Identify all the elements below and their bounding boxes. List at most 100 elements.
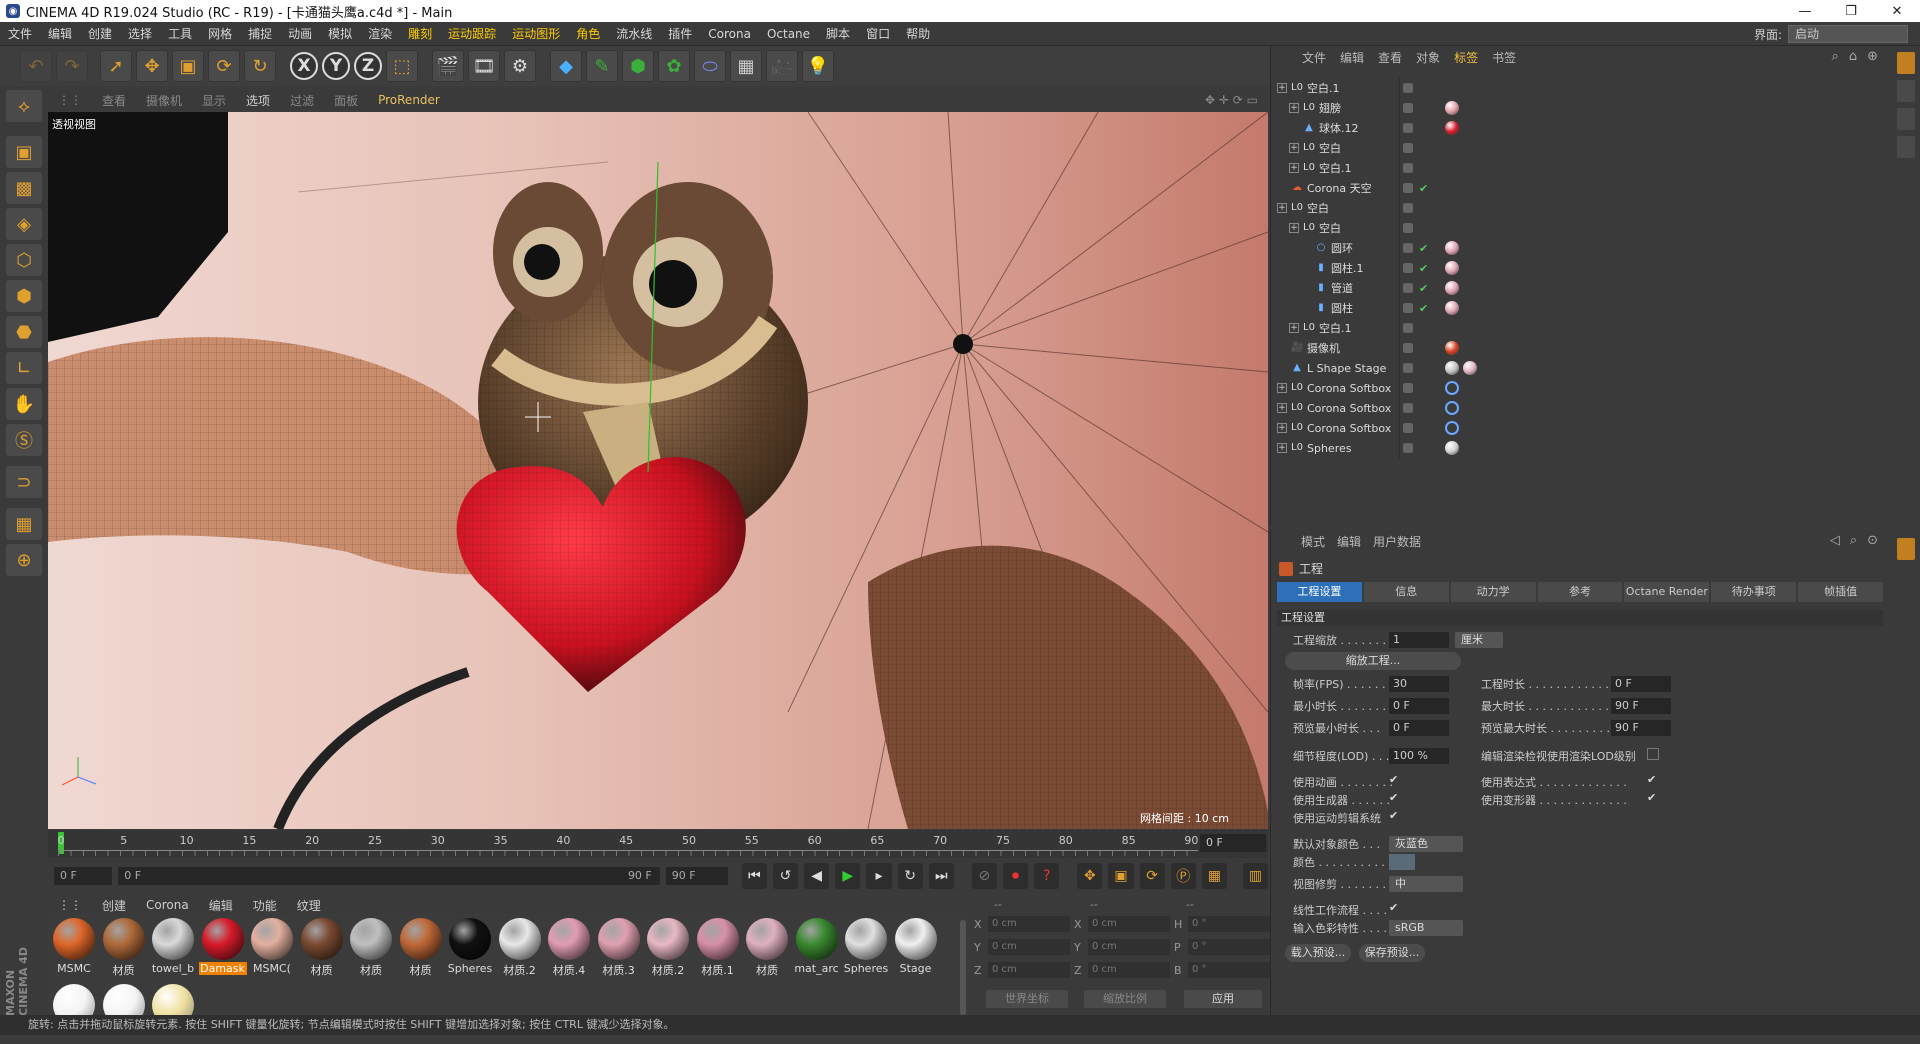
preview-min-field[interactable]: 0 F xyxy=(1389,720,1449,736)
visibility-toggle[interactable] xyxy=(1403,283,1413,293)
object-row[interactable]: ▮ 圆柱.1 ✔ xyxy=(1271,258,1893,278)
visibility-toggle[interactable] xyxy=(1403,323,1413,333)
side-tab-layers[interactable] xyxy=(1897,136,1915,158)
render-picture-viewer-icon[interactable]: 🎞 xyxy=(468,50,500,82)
use-deformers-checkbox[interactable]: ✔ xyxy=(1647,792,1659,804)
material-swatch[interactable]: 材质.2 xyxy=(644,918,692,978)
make-editable-icon[interactable]: ⟡ xyxy=(6,90,42,122)
current-frame-field[interactable]: 0 F xyxy=(1200,834,1266,852)
key-pla-icon[interactable]: ▦ xyxy=(1201,863,1227,889)
fps-field[interactable]: 30 xyxy=(1389,676,1449,692)
back-icon[interactable]: ◁ xyxy=(1830,533,1840,548)
cloner-icon[interactable]: ✿ xyxy=(658,50,690,82)
object-menu-item[interactable]: 书签 xyxy=(1485,49,1523,66)
object-tag-icon[interactable] xyxy=(1463,361,1477,375)
material-swatch[interactable]: 材质.3 xyxy=(595,918,643,978)
lock-icon[interactable]: ⊙ xyxy=(1867,533,1878,548)
default-color-dropdown[interactable]: 灰蓝色 xyxy=(1389,836,1463,852)
object-tag-icon[interactable] xyxy=(1445,301,1459,315)
attribute-tab[interactable]: 参考 xyxy=(1537,582,1623,602)
viewport-menu-item[interactable]: 选项 xyxy=(236,92,280,109)
menu-item[interactable]: 运动图形 xyxy=(504,25,568,42)
object-row[interactable]: + L0 Corona Softbox xyxy=(1271,418,1893,438)
visibility-toggle[interactable] xyxy=(1403,183,1413,193)
coord-field[interactable]: 0 cm xyxy=(1088,916,1170,932)
visibility-toggle[interactable] xyxy=(1403,103,1413,113)
viewport-menu-item[interactable]: 过滤 xyxy=(280,92,324,109)
perspective-viewport[interactable] xyxy=(48,112,1268,829)
camera-icon[interactable]: 🎥 xyxy=(766,50,798,82)
select-tool-icon[interactable]: ➚ xyxy=(100,50,132,82)
expand-toggle-icon[interactable]: + xyxy=(1277,423,1287,433)
attribute-tab[interactable]: 信息 xyxy=(1363,582,1449,602)
menu-item[interactable]: Corona xyxy=(700,27,759,41)
menu-item[interactable]: 创建 xyxy=(80,25,120,42)
object-menu-item[interactable]: 文件 xyxy=(1295,49,1333,66)
material-swatch[interactable]: 材质 xyxy=(298,918,346,978)
coordinate-system-icon[interactable]: ⬚ xyxy=(386,50,418,82)
menu-item[interactable]: 捕捉 xyxy=(240,25,280,42)
object-row[interactable]: + L0 空白 xyxy=(1271,198,1893,218)
attribute-tab[interactable]: 动力学 xyxy=(1450,582,1536,602)
expand-toggle-icon[interactable]: + xyxy=(1277,203,1287,213)
play-icon[interactable]: ▶ xyxy=(835,863,861,889)
coord-field[interactable]: 0 cm xyxy=(988,939,1070,955)
object-row[interactable]: 🎥 摄像机 xyxy=(1271,338,1893,358)
magnet-icon[interactable]: ⊃ xyxy=(6,466,42,498)
object-row[interactable]: + L0 Spheres xyxy=(1271,438,1893,458)
object-tag-icon[interactable] xyxy=(1445,281,1459,295)
menu-item[interactable]: 选择 xyxy=(120,25,160,42)
pen-spline-icon[interactable]: ✎ xyxy=(586,50,618,82)
object-row[interactable]: ▲ 球体.12 xyxy=(1271,118,1893,138)
material-swatch[interactable]: MSMC( xyxy=(248,918,296,975)
object-row[interactable]: + L0 翅膀 xyxy=(1271,98,1893,118)
coord-field[interactable]: 0 cm xyxy=(988,916,1070,932)
object-menu-item[interactable]: 对象 xyxy=(1409,49,1447,66)
planar-workplane-icon[interactable]: ⊕ xyxy=(6,544,42,576)
load-preset-button[interactable]: 载入预设... xyxy=(1285,944,1351,962)
coord-field[interactable]: 0 cm xyxy=(988,962,1070,978)
y-axis-lock-icon[interactable]: Y xyxy=(322,52,350,80)
visibility-toggle[interactable] xyxy=(1403,123,1413,133)
viewport-menu-item[interactable]: 显示 xyxy=(192,92,236,109)
scale-tool-icon[interactable]: ▣ xyxy=(172,50,204,82)
expand-toggle-icon[interactable]: + xyxy=(1289,103,1299,113)
visibility-toggle[interactable] xyxy=(1403,163,1413,173)
move-tool-icon[interactable]: ✥ xyxy=(136,50,168,82)
visibility-toggle[interactable] xyxy=(1403,263,1413,273)
material-menu-item[interactable]: Corona xyxy=(136,898,199,912)
viewport-nav-icons[interactable]: ✥ ✛ ⟳ ▭ xyxy=(1195,93,1268,107)
object-row[interactable]: + L0 空白.1 xyxy=(1271,78,1893,98)
view-clipping-dropdown[interactable]: 中 xyxy=(1389,876,1463,892)
object-menu-item[interactable]: 标签 xyxy=(1447,49,1485,66)
material-swatch[interactable]: 材质 xyxy=(347,918,395,978)
menu-item[interactable]: 插件 xyxy=(660,25,700,42)
x-axis-lock-icon[interactable]: X xyxy=(290,52,318,80)
use-animation-checkbox[interactable]: ✔ xyxy=(1389,774,1401,786)
object-row[interactable]: + L0 空白 xyxy=(1271,218,1893,238)
input-color-profile-dropdown[interactable]: sRGB xyxy=(1389,920,1463,936)
next-key-icon[interactable]: ↻ xyxy=(897,863,923,889)
key-rotation-icon[interactable]: ⟳ xyxy=(1139,863,1165,889)
side-tab-structure[interactable] xyxy=(1897,80,1915,102)
cube-icon[interactable]: ◆ xyxy=(550,50,582,82)
viewport-menu-item[interactable]: 摄像机 xyxy=(136,92,192,109)
material-swatch[interactable]: 材质.4 xyxy=(545,918,593,978)
visibility-toggle[interactable] xyxy=(1403,243,1413,253)
go-to-start-icon[interactable]: ⏮ xyxy=(741,863,767,889)
material-menu-item[interactable]: 编辑 xyxy=(199,897,243,914)
preview-max-field[interactable]: 90 F xyxy=(1611,720,1671,736)
recent-tool-icon[interactable]: ↻ xyxy=(244,50,276,82)
material-swatch[interactable]: 材质.1 xyxy=(694,918,742,978)
viewport-menu-item[interactable]: 面板 xyxy=(324,92,368,109)
search-icon[interactable]: ⌕ xyxy=(1832,49,1839,64)
interface-dropdown[interactable]: 启动 xyxy=(1788,25,1908,43)
menu-item[interactable]: 脚本 xyxy=(818,25,858,42)
render-view-icon[interactable]: 🎬 xyxy=(432,50,464,82)
expand-toggle-icon[interactable]: + xyxy=(1277,383,1287,393)
restore-icon[interactable]: ❐ xyxy=(1828,0,1874,22)
expand-toggle-icon[interactable]: + xyxy=(1277,443,1287,453)
material-swatch[interactable]: Spheres xyxy=(446,918,494,975)
expand-toggle-icon[interactable]: + xyxy=(1289,223,1299,233)
enabled-check-icon[interactable]: ✔ xyxy=(1419,302,1428,315)
